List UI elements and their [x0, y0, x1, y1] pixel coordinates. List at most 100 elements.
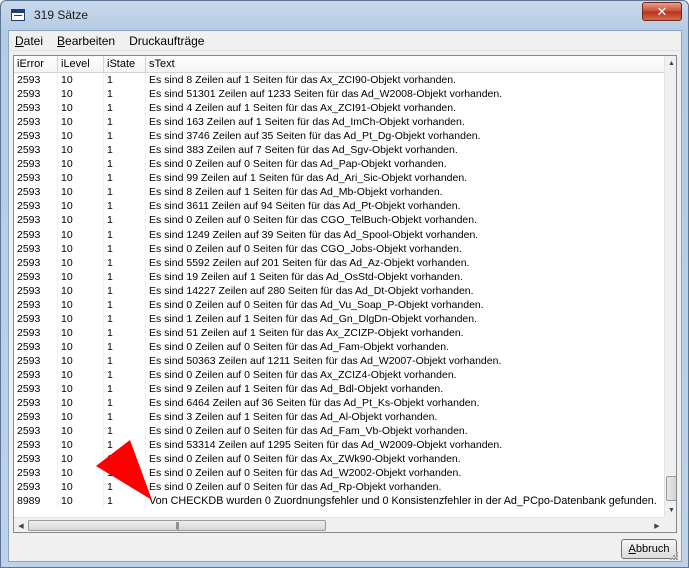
table-row[interactable]: 8989 10 1 Von CHECKDB wurden 0 Zuordnungsfe… — [14, 494, 664, 509]
table-row[interactable]: 2593 10 1 Es sind 3611 Zeilen auf 94 Seiten… — [14, 199, 664, 214]
menu-datei[interactable]: Datei — [9, 31, 50, 51]
resize-grip-icon[interactable] — [669, 551, 679, 561]
table-row[interactable]: 2593 10 1 Es sind 50363 Zeilen auf 1211 Sei… — [14, 353, 664, 368]
table-row[interactable]: 2593 10 1 Es sind 3746 Zeilen auf 35 Seiten… — [14, 129, 664, 144]
table-row[interactable]: 2593 10 1 Es sind 8 Zeilen auf 1 Seiten für… — [14, 73, 664, 88]
cell-ilevel: 10 — [58, 171, 104, 186]
table-row[interactable]: 2593 10 1 Es sind 0 Zeilen auf 0 Seiten für… — [14, 452, 664, 467]
scroll-up-icon[interactable]: ▲ — [665, 56, 676, 70]
cell-ierror: 2593 — [14, 101, 58, 116]
column-header-ilevel[interactable]: iLevel — [58, 56, 104, 73]
cell-ierror: 2593 — [14, 87, 58, 102]
cell-stext: Es sind 0 Zeilen auf 0 Seiten für das Ad… — [146, 157, 664, 171]
table-row[interactable]: 2593 10 1 Es sind 0 Zeilen auf 0 Seiten für… — [14, 367, 664, 383]
table-row[interactable]: 2593 10 1 Es sind 0 Zeilen auf 0 Seiten für… — [14, 339, 664, 354]
table-row[interactable]: 2593 10 1 Es sind 8 Zeilen auf 1 Seiten für… — [14, 185, 664, 200]
horizontal-scroll-thumb[interactable]: ||| — [28, 520, 326, 531]
horizontal-scrollbar[interactable]: ◀ ||| ▶ — [14, 517, 664, 532]
cell-stext: Es sind 0 Zeilen auf 0 Seiten für das Ax… — [146, 368, 664, 382]
close-button[interactable]: ✕ — [642, 2, 682, 21]
table-row[interactable]: 2593 10 1 Es sind 9 Zeilen auf 1 Seiten für… — [14, 382, 664, 397]
vertical-scroll-thumb[interactable] — [666, 476, 676, 501]
cell-istate: 1 — [104, 438, 146, 453]
cell-stext: Es sind 51301 Zeilen auf 1233 Seiten für… — [146, 87, 664, 101]
cell-ilevel: 10 — [58, 339, 104, 354]
cell-stext: Es sind 3 Zeilen auf 1 Seiten für das Ad… — [146, 410, 664, 424]
scroll-right-icon[interactable]: ▶ — [650, 518, 664, 532]
table-row[interactable]: 2593 10 1 Es sind 6464 Zeilen auf 36 Seiten… — [14, 396, 664, 411]
scroll-left-icon[interactable]: ◀ — [14, 518, 28, 532]
cell-stext: Es sind 51 Zeilen auf 1 Seiten für das A… — [146, 326, 664, 340]
table-row[interactable]: 2593 10 1 Es sind 0 Zeilen auf 0 Seiten für… — [14, 241, 664, 256]
cell-ierror: 2593 — [14, 199, 58, 214]
table-row[interactable]: 2593 10 1 Es sind 0 Zeilen auf 0 Seiten für… — [14, 480, 664, 495]
table-row[interactable]: 2593 10 1 Es sind 5592 Zeilen auf 201 Seite… — [14, 255, 664, 270]
grid-rows: 2593 10 1 Es sind 8 Zeilen auf 1 Seiten für… — [14, 73, 664, 509]
table-row[interactable]: 2593 10 1 Es sind 0 Zeilen auf 0 Seiten für… — [14, 157, 664, 172]
cell-ilevel: 10 — [58, 311, 104, 326]
vertical-scrollbar[interactable]: ▲ ▼ — [664, 56, 676, 517]
cell-ilevel: 10 — [58, 438, 104, 453]
cell-istate: 1 — [104, 129, 146, 144]
table-row[interactable]: 2593 10 1 Es sind 14227 Zeilen auf 280 Seit… — [14, 283, 664, 298]
cell-stext: Es sind 5592 Zeilen auf 201 Seiten für d… — [146, 256, 664, 270]
cell-ierror: 2593 — [14, 367, 58, 383]
cell-ierror: 2593 — [14, 410, 58, 425]
cell-ierror: 8989 — [14, 494, 58, 509]
table-row[interactable]: 2593 10 1 Es sind 51301 Zeilen auf 1233 Sei… — [14, 87, 664, 102]
table-row[interactable]: 2593 10 1 Es sind 3 Zeilen auf 1 Seiten für… — [14, 410, 664, 425]
cell-stext: Es sind 4 Zeilen auf 1 Seiten für das Ax… — [146, 101, 664, 115]
title-bar[interactable]: 319 Sätze ✕ — [1, 1, 688, 29]
cell-stext: Es sind 0 Zeilen auf 0 Seiten für das Ad… — [146, 480, 664, 494]
close-icon: ✕ — [656, 3, 668, 19]
cell-istate: 1 — [104, 382, 146, 397]
table-row[interactable]: 2593 10 1 Es sind 383 Zeilen auf 7 Seiten f… — [14, 143, 664, 158]
cell-istate: 1 — [104, 410, 146, 425]
cell-ilevel: 10 — [58, 396, 104, 411]
table-row[interactable]: 2593 10 1 Es sind 0 Zeilen auf 0 Seiten für… — [14, 297, 664, 312]
menu-bearbeiten[interactable]: Bearbeiten — [50, 31, 122, 51]
cell-ilevel: 10 — [58, 143, 104, 158]
cell-istate: 1 — [104, 480, 146, 495]
cell-ierror: 2593 — [14, 382, 58, 397]
cell-ierror: 2593 — [14, 255, 58, 270]
table-row[interactable]: 2593 10 1 Es sind 0 Zeilen auf 0 Seiten für… — [14, 466, 664, 481]
cell-stext: Es sind 19 Zeilen auf 1 Seiten für das A… — [146, 270, 664, 284]
results-grid[interactable]: iError iLevel iState sText 2593 10 1 Es sin… — [13, 55, 677, 533]
column-header-istate[interactable]: iState — [104, 56, 146, 73]
cell-ilevel: 10 — [58, 466, 104, 481]
table-row[interactable]: 2593 10 1 Es sind 163 Zeilen auf 1 Seiten f… — [14, 115, 664, 130]
grid-viewport: iError iLevel iState sText 2593 10 1 Es sin… — [14, 56, 664, 516]
table-row[interactable]: 2593 10 1 Es sind 0 Zeilen auf 0 Seiten für… — [14, 424, 664, 439]
cell-ilevel: 10 — [58, 157, 104, 172]
cell-istate: 1 — [104, 115, 146, 130]
table-row[interactable]: 2593 10 1 Es sind 19 Zeilen auf 1 Seiten fü… — [14, 269, 664, 284]
column-header-stext[interactable]: sText — [146, 56, 664, 73]
table-row[interactable]: 2593 10 1 Es sind 53314 Zeilen auf 1295 Sei… — [14, 438, 664, 453]
cell-ilevel: 10 — [58, 480, 104, 495]
table-row[interactable]: 2593 10 1 Es sind 1 Zeilen auf 1 Seiten für… — [14, 311, 664, 326]
table-row[interactable]: 2593 10 1 Es sind 4 Zeilen auf 1 Seiten für… — [14, 101, 664, 116]
cell-istate: 1 — [104, 396, 146, 411]
cell-ierror: 2593 — [14, 466, 58, 481]
menu-druckauftraege[interactable]: Druckaufträge — [122, 31, 211, 51]
cell-stext: Es sind 14227 Zeilen auf 280 Seiten für … — [146, 284, 664, 298]
table-row[interactable]: 2593 10 1 Es sind 0 Zeilen auf 0 Seiten für… — [14, 213, 664, 228]
scroll-down-icon[interactable]: ▼ — [665, 503, 676, 517]
cell-ierror: 2593 — [14, 438, 58, 453]
table-row[interactable]: 2593 10 1 Es sind 99 Zeilen auf 1 Seiten fü… — [14, 171, 664, 186]
grid-header: iError iLevel iState sText — [14, 56, 664, 73]
cell-ierror: 2593 — [14, 73, 58, 88]
cell-istate: 1 — [104, 494, 146, 509]
table-row[interactable]: 2593 10 1 Es sind 51 Zeilen auf 1 Seiten fü… — [14, 325, 664, 340]
column-header-ierror[interactable]: iError — [14, 56, 58, 73]
cell-stext: Es sind 8 Zeilen auf 1 Seiten für das Ax… — [146, 73, 664, 87]
cell-stext: Es sind 0 Zeilen auf 0 Seiten für das Ad… — [146, 466, 664, 480]
table-row[interactable]: 2593 10 1 Es sind 1249 Zeilen auf 39 Seiten… — [14, 227, 664, 242]
cell-ilevel: 10 — [58, 185, 104, 200]
cell-ierror: 2593 — [14, 171, 58, 186]
cell-istate: 1 — [104, 255, 146, 270]
cell-ilevel: 10 — [58, 283, 104, 298]
cell-istate: 1 — [104, 227, 146, 242]
cell-ilevel: 10 — [58, 494, 104, 509]
